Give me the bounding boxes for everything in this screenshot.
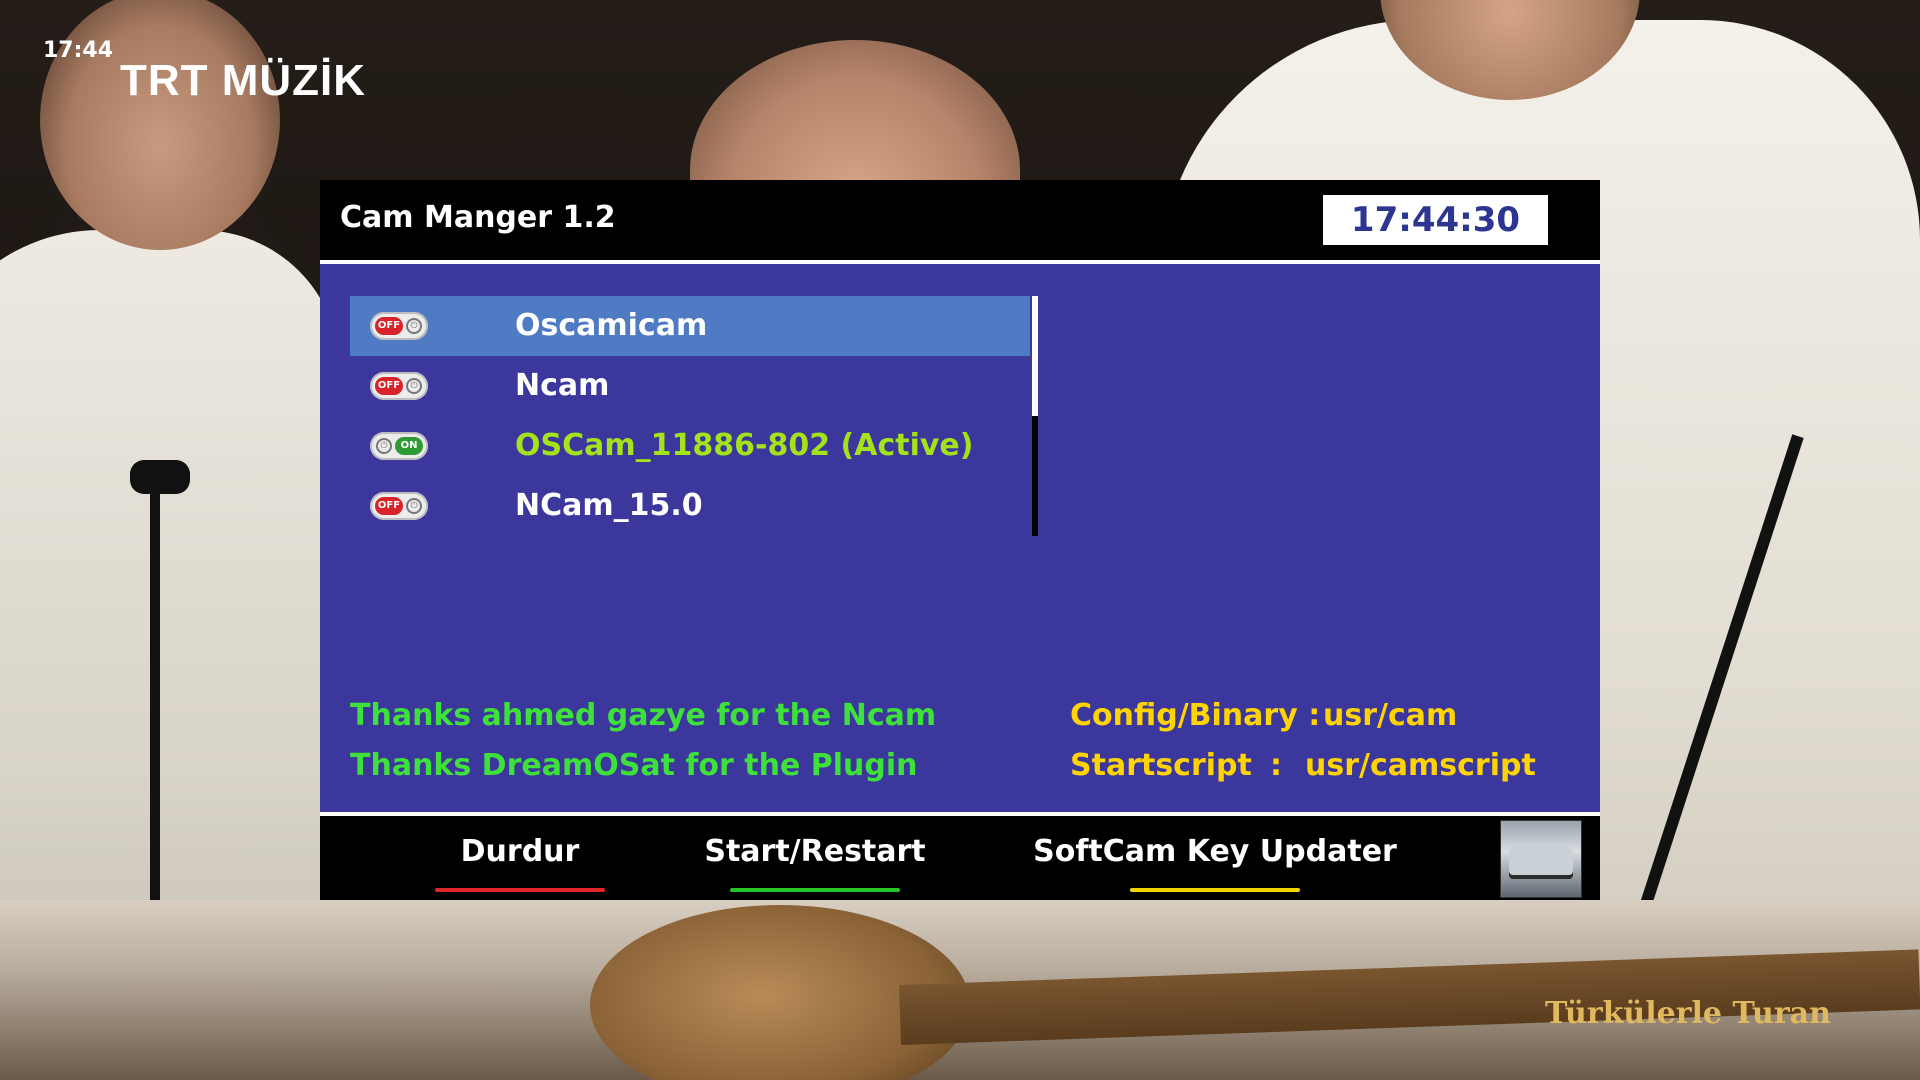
toggle-state-label: OFF bbox=[375, 377, 403, 395]
yellow-key-button[interactable]: SoftCam Key Updater bbox=[1010, 816, 1420, 900]
cam-name: Oscamicam bbox=[515, 308, 708, 343]
green-key-indicator bbox=[730, 888, 900, 892]
cam-list-item-active[interactable]: ⏻ ON OSCam_11886-802 (Active) bbox=[350, 416, 1030, 476]
power-icon: ⏻ bbox=[406, 318, 422, 334]
list-scrollbar[interactable] bbox=[1032, 296, 1038, 536]
scrollbar-thumb[interactable] bbox=[1032, 296, 1038, 416]
startscript-value: usr/camscript bbox=[1305, 748, 1536, 783]
preview-thumbnail bbox=[1500, 820, 1582, 898]
footer-bar: Durdur Start/Restart SoftCam Key Updater bbox=[320, 816, 1600, 900]
program-caption: Türkülerle Turan bbox=[1545, 996, 1831, 1031]
cam-list-item[interactable]: OFF ⏻ Oscamicam bbox=[350, 296, 1030, 356]
red-key-button[interactable]: Durdur bbox=[410, 816, 630, 900]
cam-list[interactable]: OFF ⏻ Oscamicam OFF ⏻ Ncam ⏻ ON OSCam_11… bbox=[350, 296, 1030, 536]
cam-name: Ncam bbox=[515, 368, 610, 403]
off-toggle-icon: OFF ⏻ bbox=[370, 372, 428, 400]
title-bar: Cam Manger 1.2 17:44:30 bbox=[320, 180, 1600, 260]
window-clock: 17:44:30 bbox=[1350, 200, 1521, 240]
config-value: usr/cam bbox=[1323, 698, 1458, 733]
tv-clock: 17:44 bbox=[43, 38, 114, 63]
mic-left bbox=[130, 460, 190, 494]
green-key-button[interactable]: Start/Restart bbox=[640, 816, 990, 900]
credits-line-2: Thanks DreamOSat for the Plugin bbox=[350, 748, 918, 783]
cam-list-item[interactable]: OFF ⏻ NCam_15.0 bbox=[350, 476, 1030, 536]
cam-name: NCam_15.0 bbox=[515, 488, 703, 523]
toggle-state-label: OFF bbox=[375, 497, 403, 515]
off-toggle-icon: OFF ⏻ bbox=[370, 312, 428, 340]
cam-manager-window: Cam Manger 1.2 17:44:30 OFF ⏻ Oscamicam … bbox=[320, 180, 1600, 900]
clock-box: 17:44:30 bbox=[1323, 195, 1548, 245]
startscript-separator: : bbox=[1270, 748, 1282, 783]
window-title: Cam Manger 1.2 bbox=[340, 200, 616, 235]
cam-name: OSCam_11886-802 (Active) bbox=[515, 428, 974, 463]
cam-list-item[interactable]: OFF ⏻ Ncam bbox=[350, 356, 1030, 416]
config-label: Config/Binary : bbox=[1070, 698, 1321, 733]
car-image-icon bbox=[1509, 845, 1573, 875]
toggle-state-label: ON bbox=[395, 437, 423, 455]
power-icon: ⏻ bbox=[376, 438, 392, 454]
on-toggle-icon: ⏻ ON bbox=[370, 432, 428, 460]
power-icon: ⏻ bbox=[406, 378, 422, 394]
yellow-key-indicator bbox=[1130, 888, 1300, 892]
off-toggle-icon: OFF ⏻ bbox=[370, 492, 428, 520]
power-icon: ⏻ bbox=[406, 498, 422, 514]
toggle-state-label: OFF bbox=[375, 317, 403, 335]
green-key-label: Start/Restart bbox=[704, 834, 926, 869]
credits-line-1: Thanks ahmed gazye for the Ncam bbox=[350, 698, 937, 733]
yellow-key-label: SoftCam Key Updater bbox=[1033, 834, 1397, 869]
channel-logo: TRT MÜZİK bbox=[120, 56, 367, 105]
red-key-indicator bbox=[435, 888, 605, 892]
startscript-label: Startscript bbox=[1070, 748, 1252, 783]
red-key-label: Durdur bbox=[460, 834, 580, 869]
